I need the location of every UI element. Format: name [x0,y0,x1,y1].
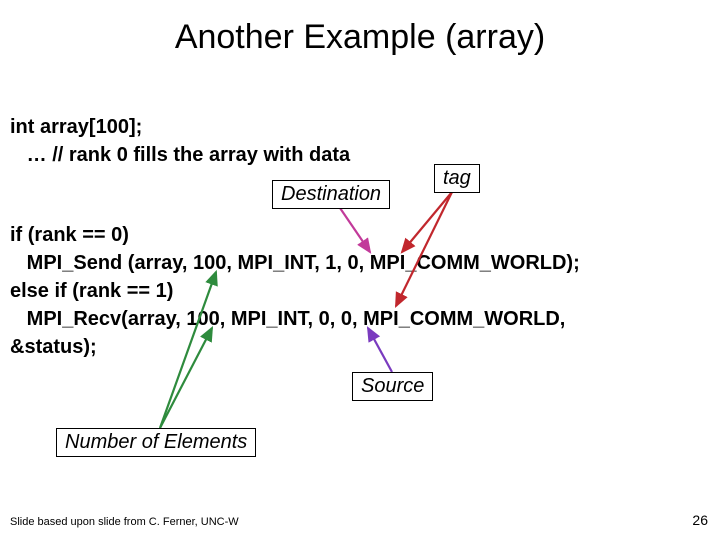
page-number: 26 [692,512,708,528]
tag-label: tag [434,164,480,193]
source-label: Source [352,372,433,401]
code-line-6: MPI_Recv(array, 100, MPI_INT, 0, 0, MPI_… [10,308,565,331]
code-line-5: else if (rank == 1) [10,280,173,303]
code-line-3: if (rank == 0) [10,224,129,247]
slide: Another Example (array) int array[100]; … [0,0,720,540]
code-line-4: MPI_Send (array, 100, MPI_INT, 1, 0, MPI… [10,252,580,275]
footer-attribution: Slide based upon slide from C. Ferner, U… [10,516,239,528]
num-elements-label: Number of Elements [56,428,256,457]
code-line-7: &status); [10,336,97,359]
slide-title: Another Example (array) [0,18,720,57]
code-line-1: int array[100]; [10,116,142,139]
code-line-2: … // rank 0 fills the array with data [10,144,350,167]
destination-label: Destination [272,180,390,209]
